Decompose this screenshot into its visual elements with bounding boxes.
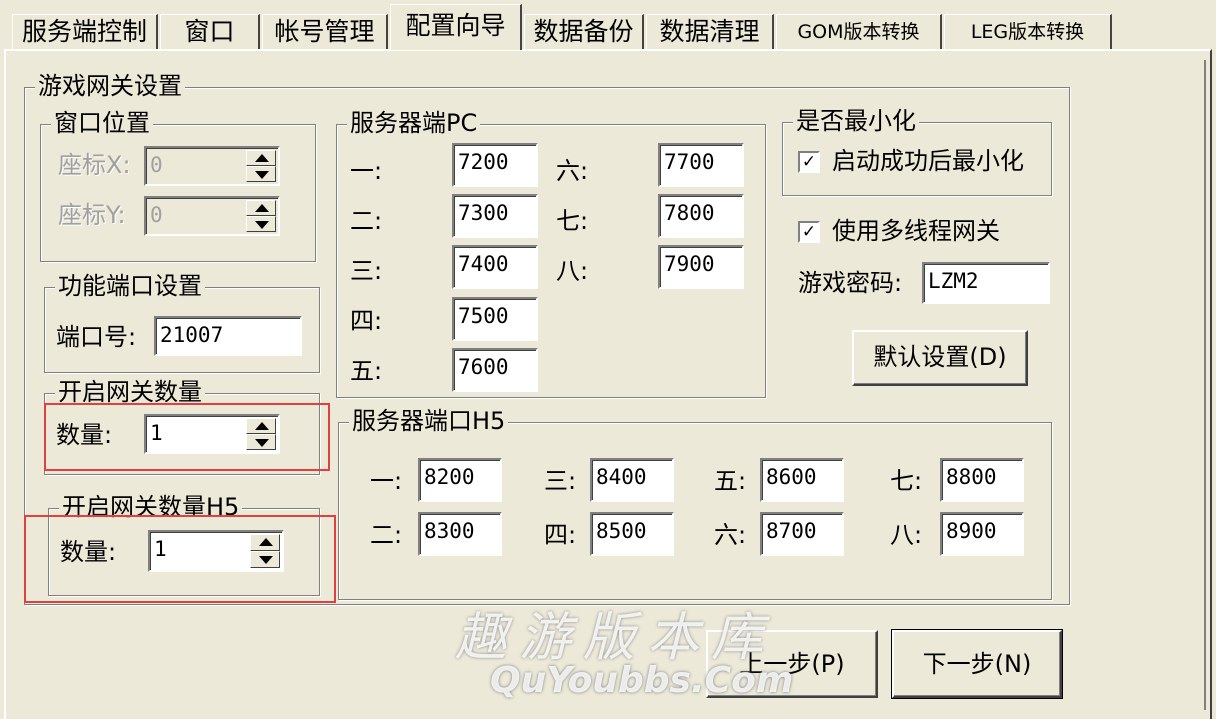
tab-data-backup[interactable]: 数据备份 [524,14,644,50]
coord-y-spinner[interactable]: 0 [144,196,280,236]
pc-port-label-1: 一: [350,157,383,185]
tab-account-management[interactable]: 帐号管理 [262,14,388,50]
pc-port-input-6[interactable]: 7700 [658,143,744,187]
h5-port-label-3: 三: [544,467,577,495]
next-step-button[interactable]: 下一步(N) [891,629,1063,699]
watermark-url: QuYoubbs.Com [490,660,794,701]
game-password-label: 游戏密码: [798,269,903,297]
h5-port-input-8[interactable]: 8900 [940,512,1024,556]
pc-port-input-5[interactable]: 7600 [452,348,538,392]
pc-port-input-4[interactable]: 7500 [452,297,538,341]
pc-port-label-2: 二: [350,207,383,235]
h5-port-input-3[interactable]: 8400 [590,458,674,502]
panel-divider [1204,60,1206,710]
spin-down-icon[interactable] [246,166,276,182]
spin-up-icon[interactable] [246,150,276,166]
gate-count-title: 开启网关数量 [55,377,205,407]
pc-port-input-8[interactable]: 7900 [658,245,744,289]
spin-up-icon[interactable] [250,534,280,551]
spin-up-icon[interactable] [246,200,276,216]
pc-port-label-4: 四: [350,307,383,335]
h5-port-label-8: 八: [890,521,923,549]
spin-down-icon[interactable] [246,216,276,232]
gateway-settings-title: 游戏网关设置 [35,71,185,101]
pc-port-label-3: 三: [350,257,383,285]
pc-port-input-3[interactable]: 7400 [452,245,538,289]
gate-count-h5-label: 数量: [60,538,117,566]
gate-count-h5-title: 开启网关数量H5 [59,492,243,522]
server-pc-title: 服务器端PC [347,108,481,138]
port-number-label: 端口号: [56,323,137,351]
h5-port-input-5[interactable]: 8600 [760,458,844,502]
pc-port-input-1[interactable]: 7200 [452,143,538,187]
default-settings-button[interactable]: 默认设置(D) [852,330,1028,386]
server-h5-title: 服务器端口H5 [349,406,509,436]
minimize-checkbox-label[interactable]: 启动成功后最小化 [832,146,1024,176]
h5-port-input-7[interactable]: 8800 [940,458,1024,502]
multithread-checkbox[interactable]: ✓ [798,221,820,243]
h5-port-label-2: 二: [370,521,403,549]
h5-port-label-5: 五: [714,467,747,495]
pc-port-input-2[interactable]: 7300 [452,194,538,238]
gate-count-label: 数量: [56,421,113,449]
pc-port-input-7[interactable]: 7800 [658,194,744,238]
h5-port-input-4[interactable]: 8500 [590,512,674,556]
h5-port-label-6: 六: [714,521,747,549]
window-position-title: 窗口位置 [51,108,153,138]
check-icon: ✓ [801,222,817,242]
pc-port-label-5: 五: [350,357,383,385]
minimize-title: 是否最小化 [793,106,919,136]
pc-port-label-8: 八: [556,257,589,285]
check-icon: ✓ [801,152,817,172]
server-h5-group: 服务器端口H5 [338,406,1052,600]
spin-up-icon[interactable] [246,418,276,434]
function-port-title: 功能端口设置 [55,271,205,301]
coord-x-label: 座标X: [58,151,131,179]
tab-window[interactable]: 窗口 [160,14,260,50]
watermark-chinese: 趣游版本库 [455,608,776,668]
gate-count-spinner[interactable]: 1 [144,414,280,454]
h5-port-label-1: 一: [370,467,403,495]
h5-port-label-7: 七: [890,467,923,495]
spin-down-icon[interactable] [250,551,280,568]
port-number-input[interactable]: 21007 [154,316,302,356]
multithread-checkbox-label[interactable]: 使用多线程网关 [832,216,1000,246]
tab-strip: 服务端控制 窗口 帐号管理 配置向导 数据备份 数据清理 GOM版本转换 LEG… [0,0,1216,52]
gate-count-value: 1 [150,421,163,445]
pc-port-label-6: 六: [556,157,589,185]
tab-server-control[interactable]: 服务端控制 [12,14,158,50]
coord-y-value: 0 [150,203,163,227]
window-position-group: 窗口位置 [40,108,316,262]
spin-down-icon[interactable] [246,434,276,450]
game-password-input[interactable]: LZM2 [922,262,1050,304]
tab-leg-convert[interactable]: LEG版本转换 [944,14,1112,50]
h5-port-input-2[interactable]: 8300 [418,512,502,556]
tab-data-cleanup[interactable]: 数据清理 [646,14,774,50]
tab-config-wizard[interactable]: 配置向导 [390,4,522,50]
coord-x-value: 0 [150,153,163,177]
pc-port-label-7: 七: [556,207,589,235]
h5-port-input-1[interactable]: 8200 [418,458,502,502]
coord-x-spinner[interactable]: 0 [144,146,280,186]
coord-y-label: 座标Y: [58,201,126,229]
minimize-checkbox[interactable]: ✓ [798,151,820,173]
gate-count-h5-value: 1 [154,537,167,561]
h5-port-label-4: 四: [544,521,577,549]
gate-count-h5-spinner[interactable]: 1 [148,530,284,572]
h5-port-input-6[interactable]: 8700 [760,512,844,556]
tab-gom-convert[interactable]: GOM版本转换 [776,14,942,50]
